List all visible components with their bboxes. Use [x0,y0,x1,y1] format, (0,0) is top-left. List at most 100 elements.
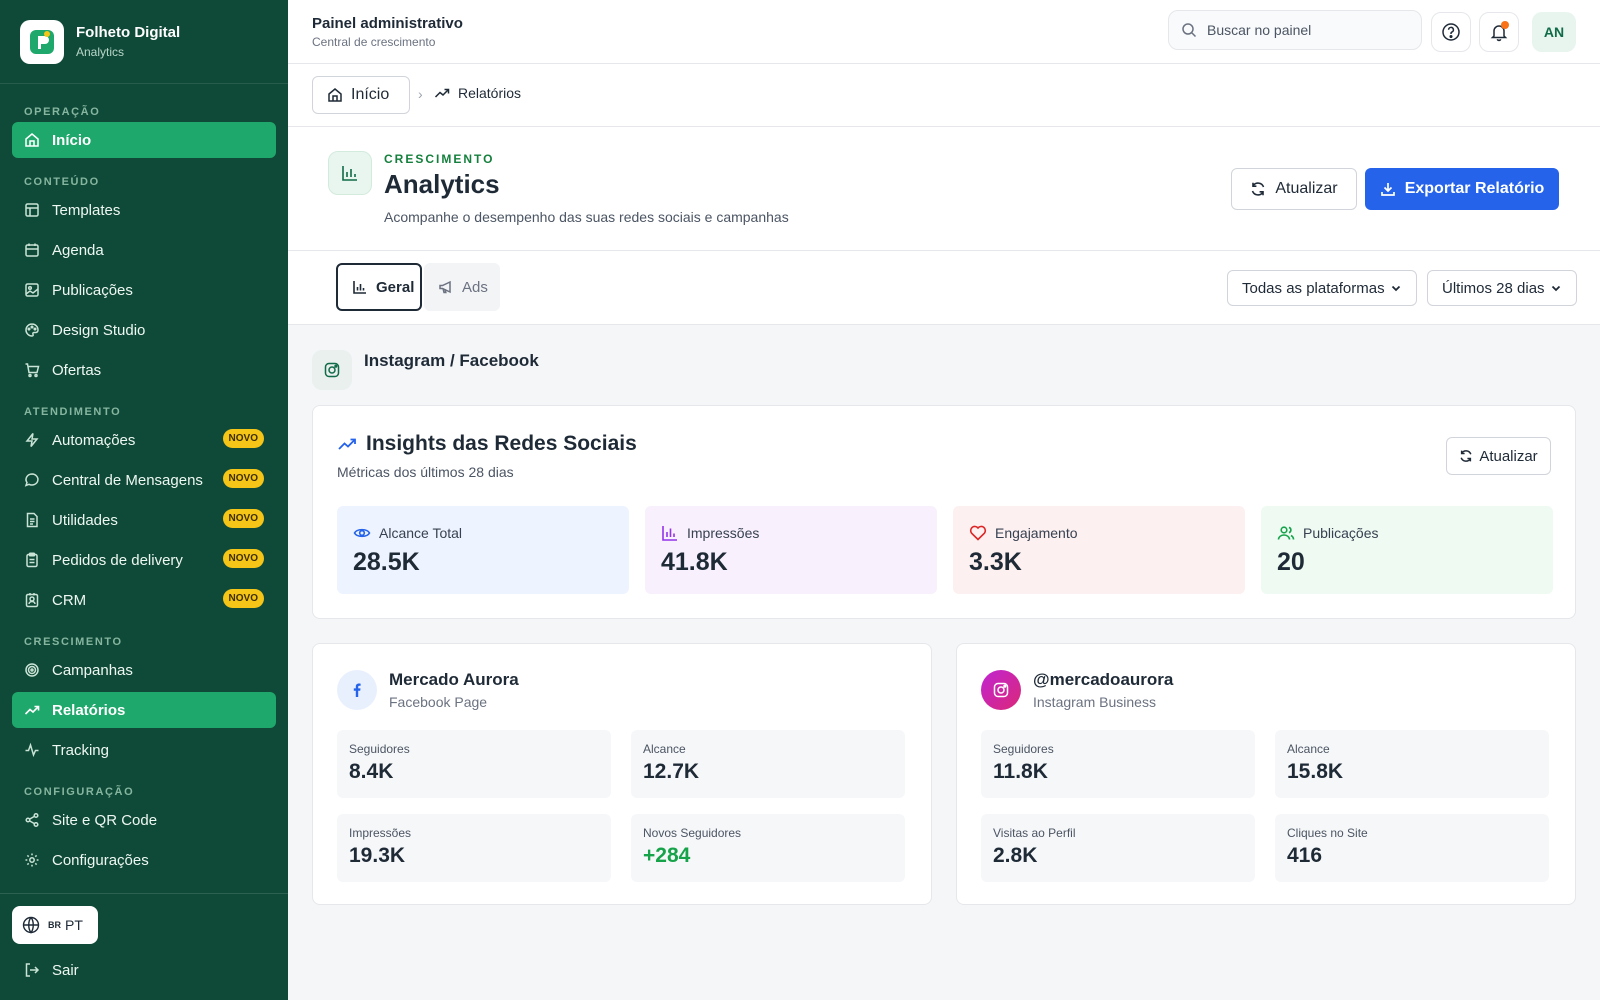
new-badge: NOVO [222,509,264,528]
sidebar-item-tracking[interactable]: Tracking [12,732,276,768]
sidebar-item-label: Configurações [52,851,149,869]
stat-value: 11.8K [993,760,1048,783]
sidebar-item-site-e-qr-code[interactable]: Site e QR Code [12,802,276,838]
help-icon [1441,22,1461,42]
filter-bar: Geral Ads Todas as plataformas Últimos 2… [288,251,1600,325]
sidebar-item-configuracoes[interactable]: Configurações [12,842,276,878]
help-button[interactable] [1431,12,1471,52]
period-select[interactable]: Últimos 28 dias [1427,270,1577,306]
breadcrumb-current: Relatórios [434,85,521,101]
tab-geral[interactable]: Geral [336,263,422,311]
sidebar-item-templates[interactable]: Templates [12,192,276,228]
flag-label: BR [48,920,61,930]
language-selector[interactable]: BR PT [12,906,98,944]
stat-label: Alcance [643,742,686,756]
period-select-value: Últimos 28 dias [1442,279,1545,297]
download-icon [1380,181,1396,197]
calendar-icon [24,242,40,258]
tab-ads[interactable]: Ads [424,263,500,311]
metric-value: 3.3K [969,548,1022,576]
metric-publicacoes: Publicações 20 [1261,506,1553,594]
clipboard-icon [24,552,40,568]
layout-icon [24,202,40,218]
nav-section-conteudo: CONTEÚDO [24,176,100,188]
brand-subtitle: Analytics [76,45,125,59]
metric-impressoes: Impressões 41.8K [645,506,937,594]
sidebar-item-agenda[interactable]: Agenda [12,232,276,268]
nav-section-atendimento: ATENDIMENTO [24,406,122,418]
stat-label: Cliques no Site [1287,826,1368,840]
metric-value: 20 [1277,548,1305,576]
image-icon [24,282,40,298]
sidebar-item-label: Site e QR Code [52,811,158,829]
sidebar-item-publicacoes[interactable]: Publicações [12,272,276,308]
insights-title: Insights das Redes Sociais [337,432,637,456]
sidebar-item-campanhas[interactable]: Campanhas [12,652,276,688]
stat-novos-seguidores: Novos Seguidores +284 [631,814,905,882]
search-box[interactable] [1168,10,1422,50]
insights-title-text: Insights das Redes Sociais [366,432,637,455]
instagram-icon [312,350,352,390]
chevron-down-icon [1550,282,1562,294]
sidebar-item-pedidos-de-delivery[interactable]: Pedidos de delivery NOVO [12,542,276,578]
sidebar-divider [0,893,288,894]
platform-title: Instagram / Facebook [364,351,539,370]
facebook-icon [337,670,377,710]
bar-chart-icon [352,279,368,295]
trending-up-icon [24,702,40,718]
cart-icon [24,362,40,378]
metric-engajamento: Engajamento 3.3K [953,506,1245,594]
sidebar-item-automacoes[interactable]: Automações NOVO [12,422,276,458]
stat-seguidores: Seguidores 8.4K [337,730,611,798]
sidebar-item-label: Campanhas [52,661,133,679]
stat-value: 416 [1287,844,1323,867]
platform-select[interactable]: Todas as plataformas [1227,270,1417,306]
insights-subtitle: Métricas dos últimos 28 dias [337,464,514,480]
insights-refresh-button[interactable]: Atualizar [1446,437,1551,475]
refresh-icon [1250,181,1266,197]
breadcrumb-home[interactable]: Início [312,76,410,114]
heart-icon [969,524,987,542]
users-icon [1277,524,1295,542]
export-report-button[interactable]: Exportar Relatório [1365,168,1559,210]
avatar[interactable]: AN [1532,12,1576,52]
refresh-button[interactable]: Atualizar [1231,168,1357,210]
stat-visitas-ao-perfil: Visitas ao Perfil 2.8K [981,814,1255,882]
sidebar-item-label: Central de Mensagens [52,471,203,489]
breadcrumb: Início › Relatórios [288,64,1600,127]
breadcrumb-current-label: Relatórios [458,85,522,101]
sidebar: Folheto Digital Analytics OPERAÇÃO Iníci… [0,0,288,1000]
stat-value: 15.8K [1287,760,1344,783]
chevron-right-icon: › [418,86,423,102]
metric-label: Alcance Total [379,525,463,541]
search-input[interactable] [1207,22,1407,38]
bar-chart-icon [328,151,372,195]
tab-label: Geral [376,278,415,296]
stat-alcance: Alcance 15.8K [1275,730,1549,798]
stat-value: +284 [643,844,691,867]
new-badge: NOVO [222,469,264,488]
logout-icon [24,962,40,978]
sidebar-item-utilidades[interactable]: Utilidades NOVO [12,502,276,538]
target-icon [24,662,40,678]
logout-button[interactable]: Sair [12,952,276,988]
sidebar-item-crm[interactable]: CRM NOVO [12,582,276,618]
sidebar-item-design-studio[interactable]: Design Studio [12,312,276,348]
topbar: Painel administrativo Central de crescim… [288,0,1600,64]
brand: Folheto Digital Analytics [0,0,288,84]
topbar-title: Painel administrativo [312,15,463,32]
trending-up-icon [337,434,357,454]
sidebar-item-relatorios[interactable]: Relatórios [12,692,276,728]
file-icon [24,512,40,528]
sidebar-item-label: Templates [52,201,121,219]
stat-label: Novos Seguidores [643,826,742,840]
stat-value: 8.4K [349,760,394,783]
sidebar-item-label: Publicações [52,281,133,299]
notification-dot [1501,21,1509,29]
notifications-button[interactable] [1479,12,1519,52]
sidebar-item-inicio[interactable]: Início [12,122,276,158]
tab-label: Ads [462,278,488,296]
sidebar-item-central-de-mensagens[interactable]: Central de Mensagens NOVO [12,462,276,498]
sidebar-item-ofertas[interactable]: Ofertas [12,352,276,388]
new-badge: NOVO [222,429,264,448]
